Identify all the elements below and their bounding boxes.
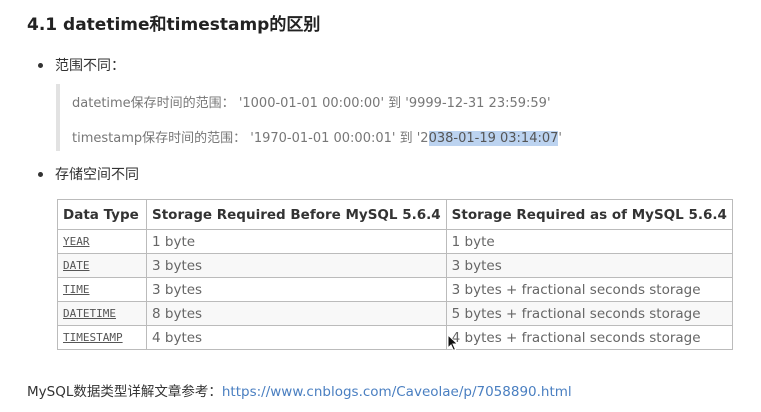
cell-before: 3 bytes: [146, 277, 447, 302]
bullet-storage: 存储空间不同: [38, 164, 139, 184]
cell-before: 4 bytes: [146, 325, 447, 350]
bullet-range-label: 范围不同：: [55, 58, 125, 74]
table-row: TIME 3 bytes 3 bytes + fractional second…: [57, 277, 733, 302]
cell-after: 1 byte: [445, 229, 733, 254]
reference-label: MySQL数据类型详解文章参考：: [27, 384, 222, 400]
mouse-pointer-icon: [447, 334, 459, 352]
text-selection-highlight[interactable]: 038-01-19 03:14:07: [428, 131, 559, 146]
bullet-storage-label: 存储空间不同: [55, 167, 139, 183]
timestamp-range-suffix: ': [558, 131, 562, 146]
table-header-row: Data Type Storage Required Before MySQL …: [57, 199, 733, 230]
type-link-time[interactable]: TIME: [57, 277, 147, 302]
cell-before: 1 byte: [146, 229, 447, 254]
type-link-datetime[interactable]: DATETIME: [57, 301, 147, 326]
table-row: DATETIME 8 bytes 5 bytes + fractional se…: [57, 301, 733, 326]
reference-line: MySQL数据类型详解文章参考：https://www.cnblogs.com/…: [27, 380, 572, 400]
header-data-type: Data Type: [57, 199, 147, 230]
type-link-date[interactable]: DATE: [57, 253, 147, 278]
table-row: TIMESTAMP 4 bytes 4 bytes + fractional s…: [57, 325, 733, 350]
header-before-564: Storage Required Before MySQL 5.6.4: [146, 199, 447, 230]
cell-before: 3 bytes: [146, 253, 447, 278]
type-link-timestamp[interactable]: TIMESTAMP: [57, 325, 147, 350]
cell-after: 5 bytes + fractional seconds storage: [445, 301, 733, 326]
storage-table: Data Type Storage Required Before MySQL …: [57, 199, 733, 350]
bullet-dot: [38, 62, 43, 68]
reference-link[interactable]: https://www.cnblogs.com/Caveolae/p/70588…: [222, 384, 572, 400]
datetime-range-line: datetime保存时间的范围： '1000-01-01 00:00:00' 到…: [72, 96, 551, 111]
timestamp-range-line: timestamp保存时间的范围： '1970-01-01 00:00:01' …: [72, 127, 562, 146]
cell-after: 3 bytes + fractional seconds storage: [445, 277, 733, 302]
timestamp-range-prefix: timestamp保存时间的范围： '1970-01-01 00:00:01' …: [72, 131, 429, 146]
type-link-year[interactable]: YEAR: [57, 229, 147, 254]
bullet-range: 范围不同：: [38, 55, 125, 75]
table-row: DATE 3 bytes 3 bytes: [57, 253, 733, 278]
bullet-dot: [38, 171, 43, 177]
table-row: YEAR 1 byte 1 byte: [57, 229, 733, 254]
header-as-of-564: Storage Required as of MySQL 5.6.4: [445, 199, 733, 230]
cell-after: 3 bytes: [445, 253, 733, 278]
cell-before: 8 bytes: [146, 301, 447, 326]
cell-after: 4 bytes + fractional seconds storage: [445, 325, 733, 350]
section-heading: 4.1 datetime和timestamp的区别: [27, 15, 321, 35]
